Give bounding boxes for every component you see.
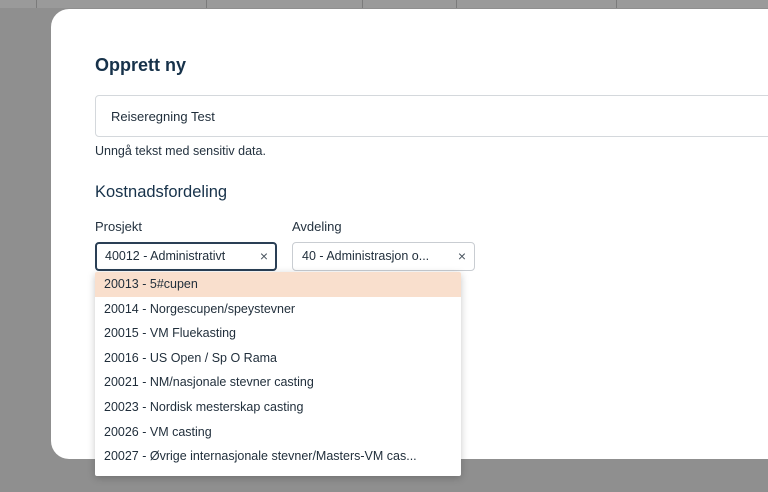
project-dropdown-list: 20013 - 5#cupen 20014 - Norgescupen/spey… — [95, 272, 461, 476]
project-label: Prosjekt — [95, 219, 142, 234]
tab-divider — [36, 0, 37, 8]
project-select[interactable]: 40012 - Administrativt × — [95, 242, 277, 271]
tab-divider — [206, 0, 207, 8]
dropdown-option[interactable]: 20023 - Nordisk mesterskap casting — [95, 395, 461, 420]
dropdown-option[interactable]: 20021 - NM/nasjonale stevner casting — [95, 370, 461, 395]
create-new-modal: Opprett ny Unngå tekst med sensitiv data… — [51, 9, 768, 476]
department-clear-icon[interactable]: × — [458, 243, 466, 270]
dropdown-option[interactable]: 20026 - VM casting — [95, 420, 461, 445]
sensitive-data-hint: Unngå tekst med sensitiv data. — [95, 144, 266, 158]
modal-title: Opprett ny — [95, 55, 187, 75]
cost-distribution-title: Kostnadsfordeling — [95, 183, 228, 201]
tab-divider — [362, 0, 363, 8]
project-select-value: 40012 - Administrativt — [105, 249, 226, 263]
name-input[interactable] — [95, 95, 768, 137]
dropdown-option[interactable]: 20015 - VM Fluekasting — [95, 321, 461, 346]
dropdown-option[interactable]: 20027 - Øvrige internasjonale stevner/Ma… — [95, 444, 461, 469]
tab-divider — [616, 0, 617, 8]
dropdown-option[interactable]: 20016 - US Open / Sp O Rama — [95, 346, 461, 371]
background-tab-strip — [0, 0, 768, 8]
department-label: Avdeling — [292, 219, 342, 234]
tab-divider — [456, 0, 457, 8]
dropdown-option[interactable]: 20013 - 5#cupen — [95, 272, 461, 297]
department-select-value: 40 - Administrasjon o... — [302, 249, 430, 263]
dropdown-option[interactable]: 20014 - Norgescupen/speystevner — [95, 297, 461, 322]
department-select[interactable]: 40 - Administrasjon o... × — [292, 242, 475, 271]
project-clear-icon[interactable]: × — [260, 244, 268, 269]
